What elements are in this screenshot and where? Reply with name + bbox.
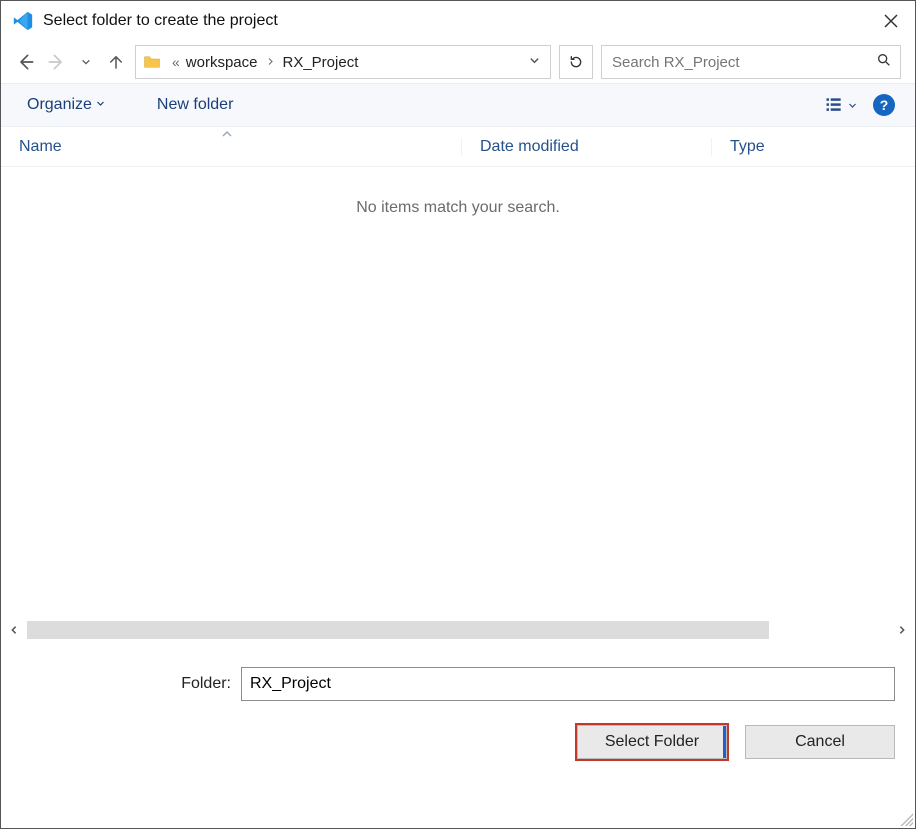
empty-message: No items match your search. [1,167,915,217]
chevron-right-icon [262,55,279,69]
folder-icon [142,52,162,72]
recent-locations-button[interactable] [75,51,97,73]
breadcrumb-segment-rx-project[interactable]: RX_Project [279,54,363,71]
column-type-label: Type [730,138,765,155]
navigation-bar: « workspace RX_Project [1,41,915,83]
help-button[interactable]: ? [873,94,895,116]
column-name-label: Name [19,138,62,155]
chevron-down-icon [96,99,105,111]
select-folder-button[interactable]: Select Folder [577,725,727,759]
organize-button[interactable]: Organize [21,92,111,118]
folder-name-input[interactable] [241,667,895,701]
new-folder-button[interactable]: New folder [151,92,239,118]
search-icon[interactable] [876,52,892,72]
address-bar[interactable]: « workspace RX_Project [135,45,551,79]
column-date-label: Date modified [480,138,579,155]
column-header-type[interactable]: Type [711,138,915,156]
scroll-right-button[interactable] [893,622,911,638]
file-list: No items match your search. [1,167,915,617]
scroll-left-button[interactable] [5,622,23,638]
column-header-name[interactable]: Name [1,138,461,156]
search-input[interactable] [610,53,876,72]
column-header-date[interactable]: Date modified [461,138,711,156]
select-folder-label: Select Folder [605,733,699,751]
dialog-buttons: Select Folder Cancel [1,711,915,759]
new-folder-label: New folder [157,96,233,114]
organize-label: Organize [27,96,92,114]
title-bar: Select folder to create the project [1,1,915,41]
toolbar: Organize New folder ? [1,83,915,127]
up-button[interactable] [105,51,127,73]
cancel-label: Cancel [795,733,845,751]
close-button[interactable] [873,3,909,39]
cancel-button[interactable]: Cancel [745,725,895,759]
view-options-button[interactable] [824,95,857,115]
scrollbar-track[interactable] [27,621,889,639]
vscode-logo-icon [11,9,35,33]
folder-label: Folder: [21,675,231,693]
refresh-button[interactable] [559,45,593,79]
breadcrumb-segment-workspace[interactable]: workspace [182,54,262,71]
dialog-title: Select folder to create the project [43,12,278,30]
search-box[interactable] [601,45,901,79]
breadcrumb-overflow[interactable]: « [170,54,182,70]
column-headers: Name Date modified Type [1,127,915,167]
sort-ascending-icon [221,130,233,141]
chevron-down-icon [848,97,857,113]
resize-grip[interactable] [899,812,913,826]
forward-button[interactable] [45,51,67,73]
horizontal-scrollbar[interactable] [1,617,915,643]
address-dropdown-button[interactable] [523,55,546,69]
back-button[interactable] [15,51,37,73]
folder-input-row: Folder: [1,643,915,711]
